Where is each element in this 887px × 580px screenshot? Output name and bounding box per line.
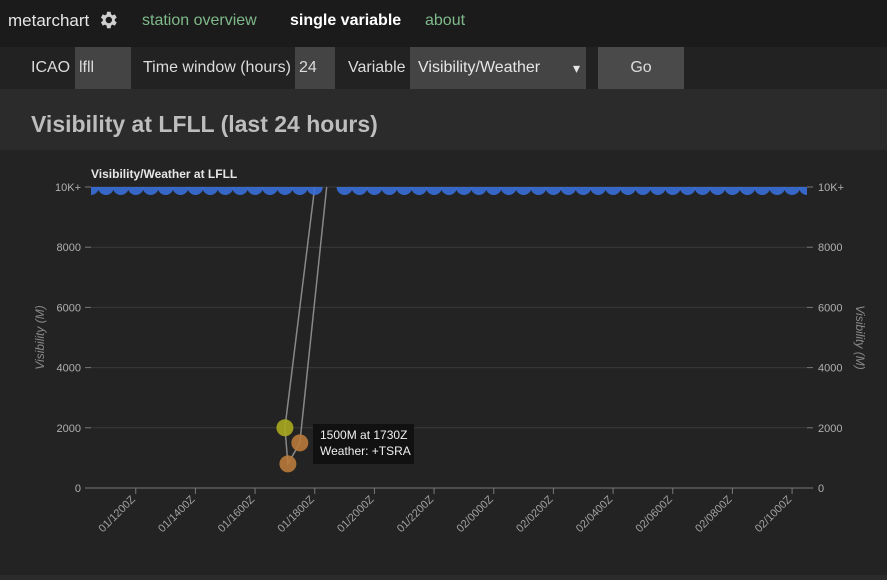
time-window-label: Time window (hours) (143, 59, 291, 76)
chart-title: Visibility/Weather at LFLL (91, 167, 237, 181)
data-point (276, 419, 294, 437)
y-tick-label-right: 2000 (818, 423, 842, 435)
y-tick-label-left: 10K+ (55, 182, 81, 194)
variable-select[interactable]: Visibility/Weather ▾ (410, 47, 586, 89)
y-tick-label-right: 0 (818, 483, 824, 495)
y-axis-label-right: Visibility (M) (853, 305, 867, 369)
y-axis-label-left: Visibility (M) (33, 305, 47, 369)
controls-bar: ICAO Time window (hours) Variable Visibi… (0, 47, 887, 89)
data-point (279, 455, 297, 473)
y-tick-label-right: 8000 (818, 242, 842, 254)
gear-icon[interactable] (97, 9, 119, 31)
y-tick-label-left: 8000 (57, 242, 81, 254)
y-tick-label-right: 10K+ (818, 182, 844, 194)
chevron-down-icon: ▾ (572, 60, 580, 76)
y-tick-label-left: 0 (75, 483, 81, 495)
chart-background (0, 150, 887, 575)
time-window-input[interactable] (295, 47, 335, 89)
page-title: Visibility at LFLL (last 24 hours) (31, 111, 378, 137)
chart-tooltip: 1500M at 1730Z Weather: +TSRA (313, 424, 414, 464)
nav-about[interactable]: about (425, 12, 465, 30)
brand-name[interactable]: metarchart (8, 11, 89, 31)
chart-container: Visibility/Weather at LFLL 0 0 2000 2000 400… (0, 150, 887, 575)
variable-label: Variable (348, 59, 406, 76)
go-button[interactable]: Go (598, 47, 684, 89)
navbar: metarchart station overview single varia… (0, 0, 887, 47)
y-tick-label-left: 4000 (57, 363, 81, 375)
tooltip-line1: 1500M at 1730Z (320, 428, 407, 442)
variable-selected-value: Visibility/Weather (418, 59, 541, 76)
nav-station-overview[interactable]: station overview (142, 12, 257, 30)
icao-label: ICAO (31, 59, 71, 76)
nav-single-variable[interactable]: single variable (290, 12, 401, 30)
tooltip-line2: Weather: +TSRA (320, 444, 411, 458)
y-tick-label-right: 4000 (818, 363, 842, 375)
data-point (291, 434, 309, 452)
chart-svg: Visibility/Weather at LFLL 0 0 2000 2000 400… (0, 150, 887, 575)
icao-input[interactable] (75, 47, 131, 89)
y-tick-label-left: 2000 (57, 423, 81, 435)
y-tick-label-right: 6000 (818, 302, 842, 314)
y-tick-label-left: 6000 (57, 302, 81, 314)
